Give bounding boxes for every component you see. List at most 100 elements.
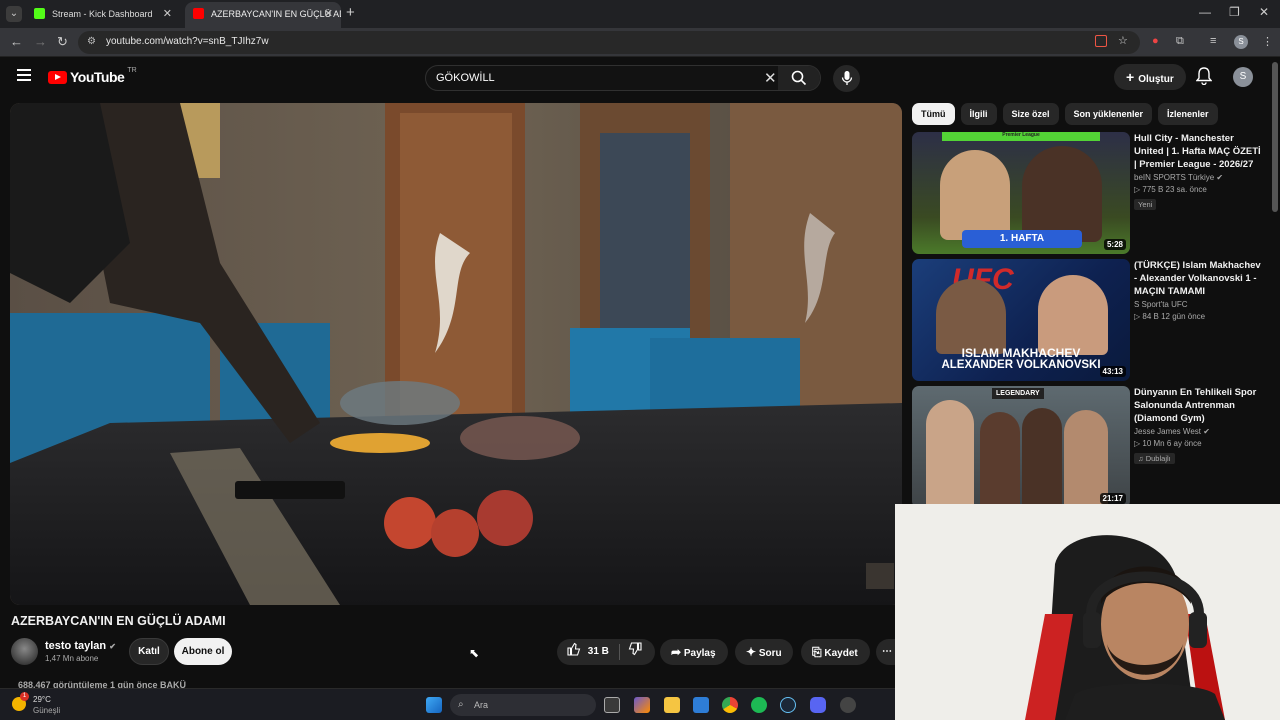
recommendation-item[interactable]: UFC ISLAM MAKHACHEV ALEXANDER VOLKANOVSK… xyxy=(912,259,1267,381)
webcam-overlay xyxy=(895,504,1280,720)
youtube-logo[interactable]: YouTube TR xyxy=(48,67,137,85)
video-duration: 5:28 xyxy=(1103,239,1126,250)
like-dislike-group: 31 B xyxy=(557,639,655,665)
channel-avatar[interactable] xyxy=(11,638,38,665)
discord-icon[interactable] xyxy=(810,697,826,713)
close-tab-icon[interactable]: ✕ xyxy=(324,2,333,26)
verified-icon: ✔ xyxy=(1203,427,1210,436)
video-meta: ▷ 10 Mn 6 ay önce xyxy=(1134,439,1264,448)
kick-icon xyxy=(34,8,45,19)
chip-watched[interactable]: İzlenenler xyxy=(1158,103,1218,125)
browser-menu-icon[interactable]: ⋮ xyxy=(1262,35,1273,48)
recommendation-item[interactable]: LEGENDARY 21:17 Dünyanın En Tehlikeli Sp… xyxy=(912,386,1267,508)
back-icon[interactable]: ← xyxy=(10,34,23,49)
ask-button[interactable]: ✦ Soru xyxy=(735,639,793,665)
views-icon: ▷ xyxy=(1134,439,1141,448)
extensions-puzzle-icon[interactable]: ⧉ xyxy=(1176,35,1184,48)
clear-search-icon[interactable]: ✕ xyxy=(764,69,777,87)
windows-start-icon[interactable] xyxy=(426,697,442,713)
address-bar[interactable]: ⚙ youtube.com/watch?v=snB_TJIhz7w ☆ xyxy=(78,31,1140,54)
notifications-bell-icon[interactable] xyxy=(1195,67,1213,90)
page-scrollbar[interactable] xyxy=(1272,62,1278,212)
new-tab-icon[interactable]: + xyxy=(346,4,355,21)
close-tab-icon[interactable]: ✕ xyxy=(163,2,172,26)
steam-icon[interactable] xyxy=(780,697,796,713)
search-button[interactable] xyxy=(778,66,820,90)
search-box[interactable]: GÖKOWİLL ✕ xyxy=(425,65,821,91)
microphone-icon xyxy=(841,71,852,85)
video-meta: ▷ 775 B 23 sa. önce xyxy=(1134,185,1264,194)
mouse-cursor-icon: ⬉ xyxy=(469,646,480,660)
video-title[interactable]: Hull City - Manchester United | 1. Hafta… xyxy=(1134,132,1264,171)
chip-all[interactable]: Tümü xyxy=(912,103,955,125)
channel-name[interactable]: beIN SPORTS Türkiye ✔ xyxy=(1134,173,1264,182)
account-avatar[interactable]: S xyxy=(1233,67,1253,87)
chip-recently-uploaded[interactable]: Son yüklenenler xyxy=(1064,103,1153,125)
chip-related[interactable]: İlgili xyxy=(960,103,997,125)
video-player[interactable] xyxy=(10,103,902,605)
video-title[interactable]: Dünyanın En Tehlikeli Spor Salonunda Ant… xyxy=(1134,386,1264,425)
video-meta: ▷ 84 B 12 gün önce xyxy=(1134,312,1264,321)
restore-icon[interactable]: ❐ xyxy=(1229,5,1240,19)
webcam-frame xyxy=(895,504,1280,720)
search-input[interactable]: GÖKOWİLL xyxy=(436,72,495,84)
subscribe-button[interactable]: Abone ol xyxy=(174,638,232,665)
forward-icon[interactable]: → xyxy=(34,34,47,49)
file-explorer-icon[interactable] xyxy=(664,697,680,713)
reload-icon[interactable]: ↻ xyxy=(57,34,68,50)
recommendation-info: Dünyanın En Tehlikeli Spor Salonunda Ant… xyxy=(1134,386,1264,466)
screencast-icon[interactable] xyxy=(1095,35,1107,47)
join-button[interactable]: Katıl xyxy=(129,638,169,665)
thumbnail-header: Premier League xyxy=(1002,132,1040,138)
site-info-icon[interactable]: ⚙ xyxy=(87,36,96,47)
guide-menu-icon[interactable] xyxy=(17,69,31,81)
save-button[interactable]: ⎘ Kaydet xyxy=(801,639,870,665)
channel-name[interactable]: Jesse James West ✔ xyxy=(1134,427,1264,436)
bookmark-icon: ⎘ xyxy=(812,645,822,659)
like-count: 31 B xyxy=(587,646,609,657)
video-title[interactable]: (TÜRKÇE) Islam Makhachev - Alexander Vol… xyxy=(1134,259,1264,298)
channel-name[interactable]: S Sport'ta UFC xyxy=(1134,300,1264,309)
chip-for-you[interactable]: Size özel xyxy=(1002,103,1059,125)
person-figure xyxy=(1022,408,1062,508)
profile-avatar[interactable]: S xyxy=(1234,35,1248,49)
copilot-icon[interactable] xyxy=(634,697,650,713)
chrome-icon[interactable] xyxy=(722,697,738,713)
extension-icon[interactable]: ● xyxy=(1152,35,1159,47)
share-button[interactable]: ➦ Paylaş xyxy=(660,639,728,665)
dislike-button[interactable] xyxy=(628,639,642,665)
divider xyxy=(619,644,620,660)
url-text: youtube.com/watch?v=snB_TJIhz7w xyxy=(106,36,269,47)
task-view-icon[interactable] xyxy=(604,697,620,713)
tab-title: AZERBAYCAN'IN EN GÜÇLÜ AD xyxy=(211,9,341,19)
tab-kick-dashboard[interactable]: Stream - Kick Dashboard ✕ xyxy=(26,2,180,28)
reading-list-icon[interactable]: ≡ xyxy=(1210,35,1216,47)
channel-name[interactable]: testo taylan ✔ xyxy=(45,640,116,652)
voice-search-button[interactable] xyxy=(833,65,860,92)
recommendation-info: Hull City - Manchester United | 1. Hafta… xyxy=(1134,132,1264,212)
more-actions-icon[interactable]: ⋯ xyxy=(876,639,896,665)
tab-youtube-video[interactable]: AZERBAYCAN'IN EN GÜÇLÜ AD ✕ xyxy=(185,2,341,28)
search-icon xyxy=(791,70,807,86)
spotify-icon[interactable] xyxy=(751,697,767,713)
video-thumbnail[interactable]: Premier League 1. HAFTA 5:28 xyxy=(912,132,1130,254)
dubbed-badge: ♫ Dublajlı xyxy=(1134,453,1175,464)
fighter-figure xyxy=(1038,275,1108,355)
thumbs-down-icon xyxy=(628,642,642,656)
youtube-icon xyxy=(193,8,204,19)
video-thumbnail[interactable]: LEGENDARY 21:17 xyxy=(912,386,1130,508)
store-icon[interactable] xyxy=(693,697,709,713)
video-thumbnail[interactable]: UFC ISLAM MAKHACHEV ALEXANDER VOLKANOVSK… xyxy=(912,259,1130,381)
like-button[interactable]: 31 B xyxy=(567,639,609,665)
minimize-icon[interactable]: — xyxy=(1199,5,1211,19)
recommendation-item[interactable]: Premier League 1. HAFTA 5:28 Hull City -… xyxy=(912,132,1267,254)
close-window-icon[interactable]: ✕ xyxy=(1259,5,1269,19)
create-button[interactable]: + Oluştur xyxy=(1114,64,1186,90)
bookmark-star-icon[interactable]: ☆ xyxy=(1118,34,1128,47)
player-figure xyxy=(940,150,1010,240)
taskbar-search[interactable]: ⌕ Ara xyxy=(450,694,596,716)
app-icon[interactable] xyxy=(840,697,856,713)
video-frame xyxy=(10,103,902,605)
meta-text: 84 B 12 gün önce xyxy=(1142,312,1206,321)
tab-search-button[interactable]: ⌄ xyxy=(6,6,22,22)
